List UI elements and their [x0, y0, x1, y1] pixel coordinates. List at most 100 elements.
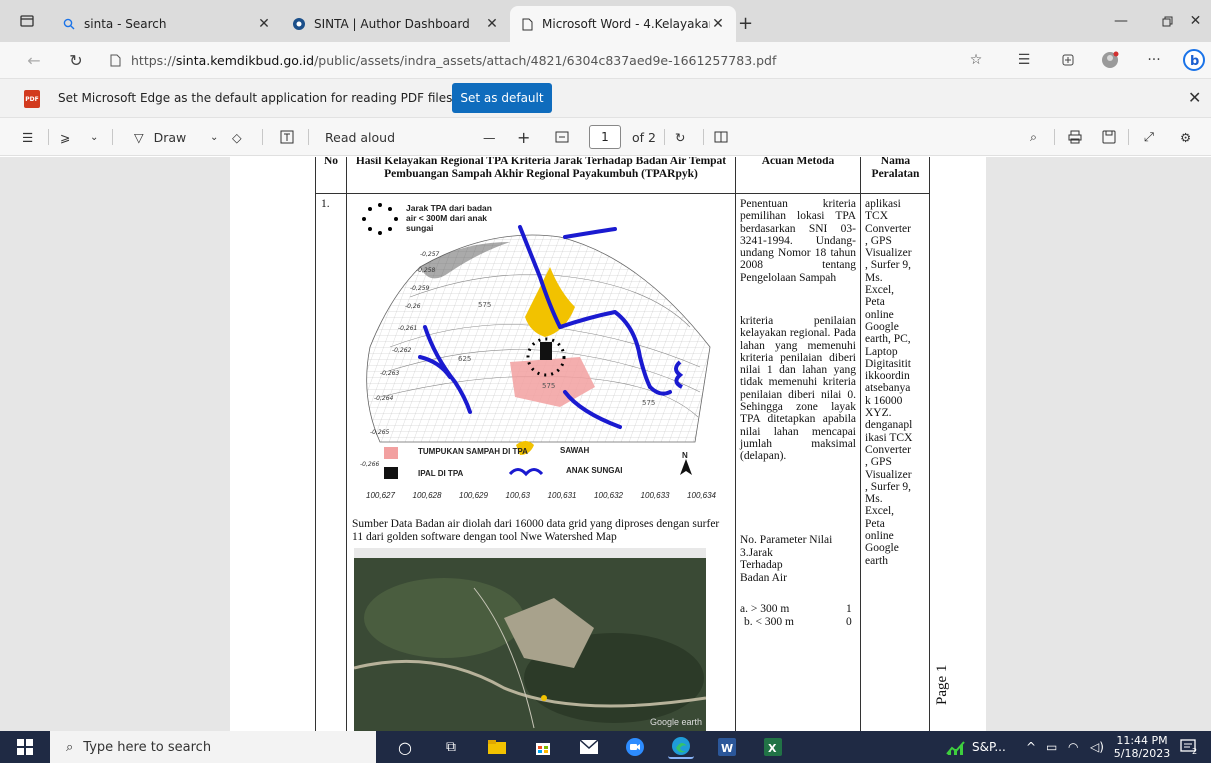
clock[interactable]: 11:44 PM 5/18/2023: [1114, 731, 1170, 763]
show-hidden-icons[interactable]: ^: [1026, 731, 1036, 763]
url-prefix: https://: [131, 52, 176, 68]
refresh-icon[interactable]: ↻: [62, 46, 90, 74]
tab-actions-icon[interactable]: [18, 12, 36, 30]
page-label: Page 1: [934, 664, 950, 705]
zoom-out-icon[interactable]: —: [483, 126, 496, 148]
highlight-icon[interactable]: ⩾: [60, 126, 70, 148]
search-icon: [62, 17, 76, 31]
network-icon[interactable]: ▭: [1046, 731, 1057, 763]
tools-text: aplikasi TCX Converter , GPS Visualizer …: [865, 198, 913, 567]
svg-text:b: b: [1190, 54, 1199, 69]
legend-river-label: ANAK SUNGAI: [566, 466, 623, 475]
param-name: 3.Jarak Terhadap Badan Air: [740, 547, 787, 584]
header-main: Hasil Kelayakan Regional TPA Kriteria Ja…: [355, 157, 727, 180]
contour-label: 575: [542, 382, 556, 390]
mail-icon[interactable]: [576, 735, 602, 759]
set-as-default-button[interactable]: Set as default: [452, 83, 552, 113]
more-options-icon[interactable]: ···: [1140, 46, 1168, 74]
north-arrow-icon: [680, 459, 692, 475]
contents-icon[interactable]: ☰: [22, 126, 33, 148]
page-number-input[interactable]: 1: [589, 125, 621, 149]
legend-river-swatch: [508, 468, 544, 477]
draw-button[interactable]: ▽ Draw: [134, 126, 186, 148]
x-tick: 100,631: [547, 491, 577, 500]
method-criteria-text: kriteria penilaian kelayakan regional. P…: [740, 315, 856, 463]
y-tick: -0,26: [405, 303, 421, 310]
pdf-icon: PDF: [24, 90, 40, 108]
erase-icon[interactable]: ◇: [232, 126, 242, 148]
header-no: No: [323, 157, 339, 167]
read-aloud-button[interactable]: Read aloud: [325, 126, 395, 148]
ipal-marker: [540, 342, 552, 360]
back-icon[interactable]: ←: [20, 46, 48, 74]
bing-icon[interactable]: b: [1180, 46, 1208, 74]
source-text: Sumber Data Badan air diolah dari 16000 …: [352, 518, 720, 543]
param-a: a. > 300 m: [740, 603, 790, 615]
expand-icon[interactable]: ⤢: [1144, 126, 1154, 148]
taskbar-search-placeholder: Type here to search: [83, 739, 212, 755]
stock-chart-icon: [946, 739, 966, 755]
favorites-icon[interactable]: ☰: [1010, 46, 1038, 74]
method-text: Penentuan kriteria pemilihan lokasi TPA …: [740, 198, 856, 284]
close-icon[interactable]: ✕: [1188, 88, 1201, 107]
word-icon[interactable]: W: [714, 735, 740, 759]
stock-widget[interactable]: S&P...: [946, 731, 1006, 763]
legend-pile-swatch: [384, 447, 398, 459]
close-icon[interactable]: ✕: [710, 16, 726, 32]
windows-start-icon[interactable]: [12, 735, 38, 759]
file-explorer-icon[interactable]: [484, 735, 510, 759]
minimize-icon[interactable]: —: [1098, 0, 1144, 42]
save-icon[interactable]: [1102, 126, 1116, 148]
notifications-icon[interactable]: 2: [1180, 731, 1197, 763]
infobar-message: Set Microsoft Edge as the default applic…: [58, 91, 459, 105]
x-tick: 100,634: [687, 491, 716, 500]
page-view-icon[interactable]: [714, 126, 728, 148]
y-tick: -0,261: [398, 325, 418, 332]
x-tick: 100,63: [505, 491, 530, 500]
wifi-icon[interactable]: ◠: [1068, 731, 1078, 763]
zoom-icon[interactable]: [622, 735, 648, 759]
search-icon[interactable]: ⌕: [1030, 126, 1037, 148]
close-window-icon[interactable]: ✕: [1180, 0, 1211, 42]
default-app-infobar: PDF Set Microsoft Edge as the default ap…: [0, 78, 1211, 118]
excel-icon[interactable]: X: [760, 735, 786, 759]
task-view-icon[interactable]: ⧉: [438, 735, 464, 759]
new-tab-icon[interactable]: +: [738, 13, 753, 34]
y-tick: -0,263: [380, 370, 400, 377]
text-icon[interactable]: [280, 126, 294, 148]
tab-microsoft-word[interactable]: Microsoft Word - 4.Kelayakan Re ✕: [510, 6, 736, 42]
google-earth-watermark: Google earth: [649, 717, 702, 727]
tab-sinta-search[interactable]: sinta - Search ✕: [52, 6, 282, 42]
y-tick: -0,265: [370, 429, 390, 436]
tab-label: SINTA | Author Dashboard: [314, 17, 470, 31]
fit-page-icon[interactable]: [555, 126, 569, 148]
chevron-down-icon[interactable]: ⌄: [90, 126, 98, 148]
store-icon[interactable]: [530, 735, 556, 759]
pdf-viewer[interactable]: No Hasil Kelayakan Regional TPA Kriteria…: [0, 157, 1211, 731]
legend-ipal-swatch: [384, 467, 398, 479]
x-tick: 100,629: [459, 491, 488, 500]
url-field[interactable]: https://sinta.kemdikbud.go.id/public/ass…: [110, 48, 940, 72]
zoom-in-icon[interactable]: +: [517, 126, 530, 148]
document-icon: [520, 17, 534, 31]
volume-icon[interactable]: ◁): [1090, 731, 1104, 763]
collections-icon[interactable]: [1054, 46, 1082, 74]
close-icon[interactable]: ✕: [484, 16, 500, 32]
tab-sinta-author-dashboard[interactable]: SINTA | Author Dashboard ✕: [282, 6, 510, 42]
legend-dotted-label: Jarak TPA dari badan air < 300M dari ana…: [406, 203, 492, 233]
profile-avatar[interactable]: [1096, 46, 1124, 74]
print-icon[interactable]: [1068, 126, 1082, 148]
favorite-add-icon[interactable]: ☆: [962, 46, 990, 74]
rotate-icon[interactable]: ↻: [675, 126, 685, 148]
page-info-icon[interactable]: [110, 54, 121, 67]
close-icon[interactable]: ✕: [256, 16, 272, 32]
settings-icon[interactable]: ⚙: [1180, 126, 1191, 148]
chevron-down-icon[interactable]: ⌄: [210, 126, 218, 148]
x-tick: 100,628: [412, 491, 442, 500]
contour-label: 625: [458, 355, 472, 363]
x-tick: 100,633: [640, 491, 670, 500]
taskbar-search-box[interactable]: ⌕ Type here to search: [50, 731, 376, 763]
param-header: No. Parameter Nilai: [740, 534, 833, 546]
cortana-icon[interactable]: ○: [392, 735, 418, 759]
edge-icon[interactable]: [668, 735, 694, 759]
